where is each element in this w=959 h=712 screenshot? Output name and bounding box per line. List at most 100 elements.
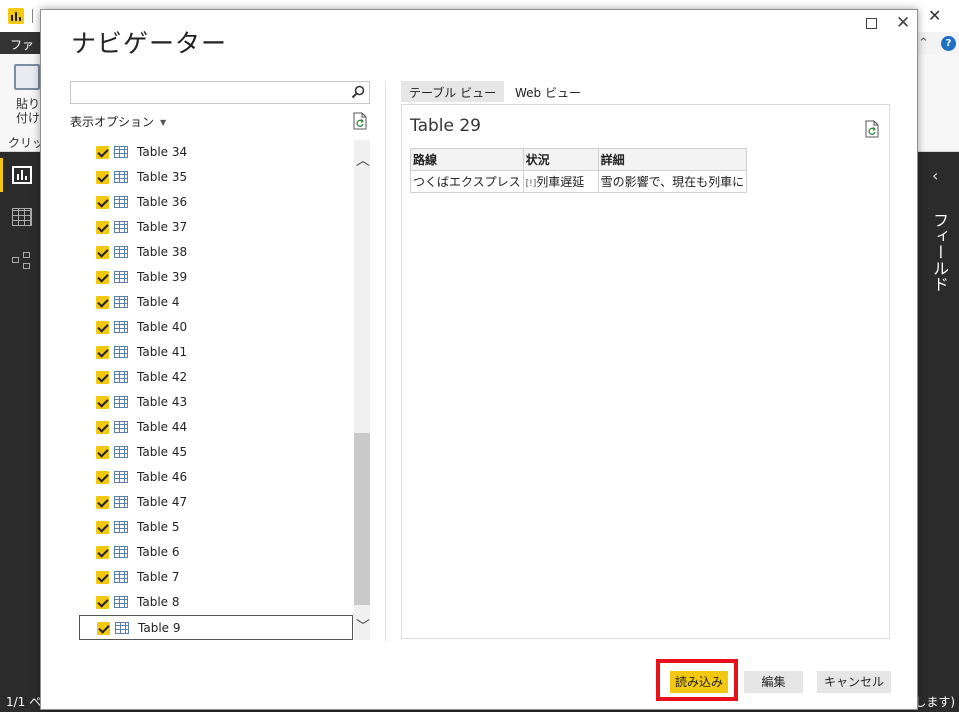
chevron-up-icon[interactable]: ︿ bbox=[356, 150, 370, 170]
search-icon[interactable] bbox=[351, 85, 365, 99]
table-icon bbox=[114, 146, 128, 158]
tree-item-label: Table 4 bbox=[137, 295, 180, 309]
tree-item[interactable]: Table 43 bbox=[79, 390, 353, 415]
tree-item[interactable]: Table 41 bbox=[79, 340, 353, 365]
checkbox[interactable] bbox=[96, 346, 109, 359]
chevron-left-icon[interactable]: ‹ bbox=[932, 166, 938, 185]
view-switcher bbox=[0, 152, 40, 688]
tree-item[interactable]: Table 40 bbox=[79, 315, 353, 340]
checkbox[interactable] bbox=[96, 496, 109, 509]
table-icon bbox=[115, 622, 129, 634]
chevron-down-icon[interactable]: ﹀ bbox=[356, 616, 370, 636]
maximize-icon[interactable] bbox=[866, 18, 877, 29]
app-close-icon[interactable]: ✕ bbox=[928, 6, 941, 25]
help-icon[interactable]: ? bbox=[941, 36, 956, 51]
column-header[interactable]: 詳細 bbox=[597, 148, 748, 171]
tree-item[interactable]: Table 4 bbox=[79, 290, 353, 315]
tree-item-label: Table 42 bbox=[137, 370, 188, 384]
table-icon bbox=[114, 421, 128, 433]
preview-grid: 路線 状況 詳細 つくばエクスプレス [!]列車遅延 雪の影響で、現在も列車に bbox=[410, 148, 748, 193]
tree-item-label: Table 46 bbox=[137, 470, 188, 484]
fields-pane-label[interactable]: フィールド bbox=[927, 212, 951, 292]
tree-item[interactable]: Table 5 bbox=[79, 515, 353, 540]
refresh-icon[interactable] bbox=[864, 120, 880, 138]
tree-item[interactable]: Table 42 bbox=[79, 365, 353, 390]
warning-icon: [!] bbox=[525, 179, 537, 189]
tree-item[interactable]: Table 47 bbox=[79, 490, 353, 515]
navigator-dialog: ナビゲーター ✕ 表示オプション ▼ Table 34 Table 35 Table … bbox=[40, 9, 918, 710]
status-text: します) bbox=[914, 695, 955, 709]
scrollbar-thumb[interactable] bbox=[354, 433, 370, 605]
tree-item[interactable]: Table 36 bbox=[79, 190, 353, 215]
tree-item[interactable]: Table 37 bbox=[79, 215, 353, 240]
tree-item-label: Table 45 bbox=[137, 445, 188, 459]
table-icon bbox=[114, 521, 128, 533]
checkbox[interactable] bbox=[96, 546, 109, 559]
table-icon bbox=[114, 546, 128, 558]
table-icon bbox=[114, 296, 128, 308]
model-view-icon[interactable] bbox=[12, 252, 32, 270]
cancel-button[interactable]: キャンセル bbox=[817, 671, 891, 693]
column-header[interactable]: 状況 bbox=[522, 148, 599, 171]
tree-item-label: Table 37 bbox=[137, 220, 188, 234]
pane-divider[interactable] bbox=[385, 81, 386, 641]
close-icon[interactable]: ✕ bbox=[896, 13, 910, 33]
ribbon-collapse-icon[interactable]: ⌃ bbox=[918, 36, 929, 51]
checkbox[interactable] bbox=[96, 271, 109, 284]
paste-icon[interactable] bbox=[14, 64, 40, 90]
checkbox[interactable] bbox=[96, 296, 109, 309]
checkbox[interactable] bbox=[96, 371, 109, 384]
tab-table-view[interactable]: テーブル ビュー bbox=[401, 81, 505, 102]
table-icon bbox=[114, 221, 128, 233]
checkbox[interactable] bbox=[96, 321, 109, 334]
checkbox[interactable] bbox=[96, 521, 109, 534]
checkbox[interactable] bbox=[96, 446, 109, 459]
display-options-dropdown[interactable]: 表示オプション ▼ bbox=[70, 113, 166, 130]
tree-item[interactable]: Table 39 bbox=[79, 265, 353, 290]
checkbox[interactable] bbox=[96, 196, 109, 209]
tree-item-label: Table 8 bbox=[137, 595, 180, 609]
tree-item[interactable]: Table 35 bbox=[79, 165, 353, 190]
table-icon bbox=[114, 171, 128, 183]
preview-title: Table 29 bbox=[410, 116, 481, 136]
edit-button[interactable]: 編集 bbox=[744, 671, 803, 693]
load-button[interactable]: 読み込み bbox=[670, 671, 728, 693]
checkbox[interactable] bbox=[97, 622, 110, 635]
report-view-icon[interactable] bbox=[12, 166, 32, 184]
tab-web-view[interactable]: Web ビュー bbox=[507, 81, 589, 102]
checkbox[interactable] bbox=[96, 171, 109, 184]
checkbox[interactable] bbox=[96, 571, 109, 584]
refresh-icon[interactable] bbox=[352, 112, 368, 130]
tree-item[interactable]: Table 6 bbox=[79, 540, 353, 565]
search-input[interactable] bbox=[70, 81, 370, 104]
tree-scrollbar[interactable]: ︿ ﹀ bbox=[354, 140, 370, 640]
tree-item[interactable]: Table 9 bbox=[79, 615, 353, 640]
tree-item[interactable]: Table 8 bbox=[79, 590, 353, 615]
checkbox[interactable] bbox=[96, 421, 109, 434]
tree-item-label: Table 41 bbox=[137, 345, 188, 359]
table-icon bbox=[114, 321, 128, 333]
checkbox[interactable] bbox=[96, 596, 109, 609]
tree-item[interactable]: Table 45 bbox=[79, 440, 353, 465]
table-icon bbox=[114, 271, 128, 283]
tree-item[interactable]: Table 46 bbox=[79, 465, 353, 490]
tree-item[interactable]: Table 34 bbox=[79, 140, 353, 165]
checkbox[interactable] bbox=[96, 221, 109, 234]
powerbi-logo-icon bbox=[8, 8, 24, 24]
checkbox[interactable] bbox=[96, 396, 109, 409]
checkbox[interactable] bbox=[96, 471, 109, 484]
tree-item-label: Table 43 bbox=[137, 395, 188, 409]
checkbox[interactable] bbox=[96, 246, 109, 259]
checkbox[interactable] bbox=[96, 146, 109, 159]
caret-down-icon: ▼ bbox=[160, 118, 167, 127]
file-tab[interactable]: ファイル bbox=[0, 32, 40, 69]
tree-item[interactable]: Table 38 bbox=[79, 240, 353, 265]
table-tree-list: Table 34 Table 35 Table 36 Table 37 Table 38… bbox=[79, 140, 353, 640]
tree-item[interactable]: Table 44 bbox=[79, 415, 353, 440]
column-header[interactable]: 路線 bbox=[410, 148, 524, 171]
data-view-icon[interactable] bbox=[12, 208, 32, 226]
tree-item[interactable]: Table 7 bbox=[79, 565, 353, 590]
table-icon bbox=[114, 496, 128, 508]
tree-item-label: Table 40 bbox=[137, 320, 188, 334]
tree-item-label: Table 9 bbox=[138, 621, 181, 635]
